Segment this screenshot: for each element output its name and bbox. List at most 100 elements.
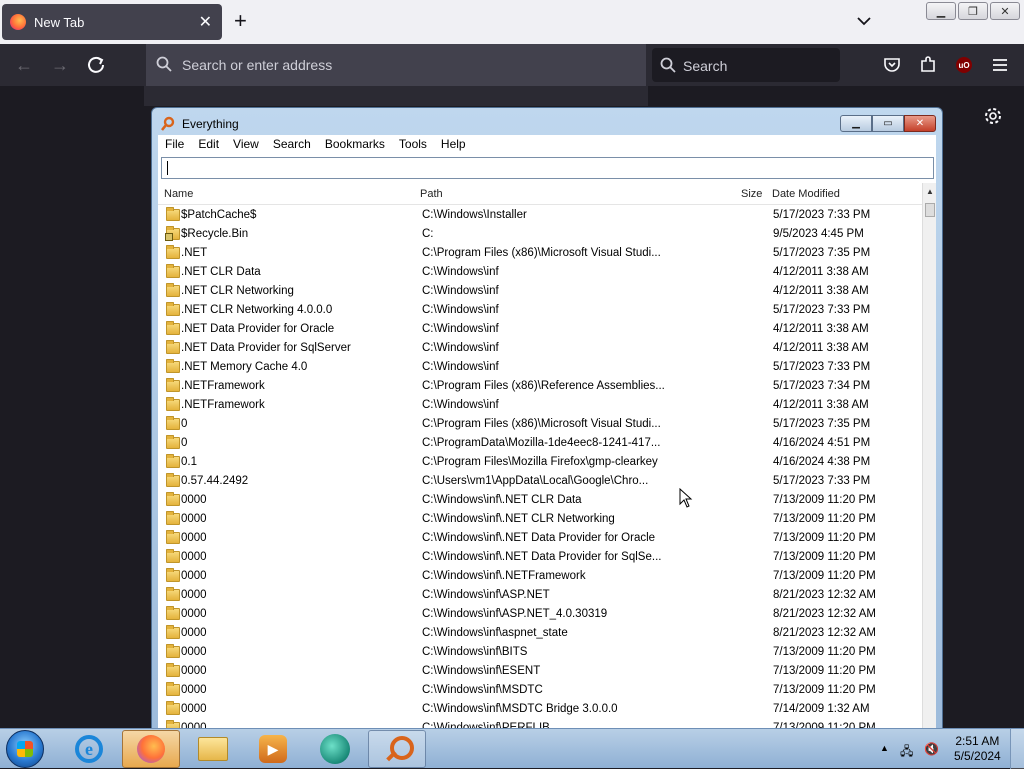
new-tab-plus-icon[interactable]: +	[234, 10, 247, 32]
firefox-taskbar-button[interactable]	[122, 730, 180, 768]
table-row[interactable]: 0 C:\Program Files (x86)\Microsoft Visual…	[158, 415, 922, 434]
date-modified: 9/5/2023 4:45 PM	[773, 228, 864, 240]
table-row[interactable]: 0.1 C:\Program Files\Mozilla Firefox\gmp-…	[158, 453, 922, 472]
clock[interactable]: 2:51 AM 5/5/2024	[954, 734, 1001, 764]
folder-icon	[166, 530, 180, 544]
table-row[interactable]: 0 C:\ProgramData\Mozilla-1de4eec8-1241-41…	[158, 434, 922, 453]
table-row[interactable]: 0000 C:\Windows\inf\.NET Data Provider fo…	[158, 548, 922, 567]
internet-explorer-taskbar-button[interactable]: e	[60, 730, 118, 768]
close-button[interactable]: ✕	[904, 115, 936, 132]
minimize-button[interactable]: ▁	[840, 115, 872, 132]
restore-button[interactable]: ❐	[958, 2, 988, 20]
table-row[interactable]: 0000 C:\Windows\inf\.NET Data Provider fo…	[158, 529, 922, 548]
table-row[interactable]: 0000 C:\Windows\inf\ESENT 7/13/2009 11:20 …	[158, 662, 922, 681]
table-row[interactable]: 0000 C:\Windows\inf\ASP.NET_4.0.30319 8/21…	[158, 605, 922, 624]
table-row[interactable]: .NET CLR Networking 4.0.0.0 C:\Windows\in…	[158, 301, 922, 320]
date-modified: 4/16/2024 4:51 PM	[773, 437, 871, 449]
file-name: 0000	[181, 589, 207, 601]
table-row[interactable]: 0000 C:\Windows\inf\.NET CLR Data 7/13/200…	[158, 491, 922, 510]
column-header: Name Path Size Date Modified	[158, 183, 922, 205]
menu-search[interactable]: Search	[266, 135, 318, 155]
everything-client-area: File Edit View Search Bookmarks Tools Help Nam…	[158, 135, 936, 731]
scrollbar-thumb[interactable]	[925, 203, 935, 217]
volume-muted-icon[interactable]: 🔇	[924, 742, 940, 756]
table-row[interactable]: .NETFramework C:\Program Files (x86)\Refe…	[158, 377, 922, 396]
menu-view[interactable]: View	[226, 135, 266, 155]
table-row[interactable]: .NET Data Provider for Oracle C:\Windows\…	[158, 320, 922, 339]
date-modified: 5/17/2023 7:34 PM	[773, 380, 871, 392]
folder-icon	[166, 245, 180, 259]
gear-icon[interactable]	[983, 106, 1003, 126]
address-bar[interactable]: Search or enter address	[146, 44, 646, 86]
table-row[interactable]: 0000 C:\Windows\inf\MSDTC Bridge 3.0.0.0 7…	[158, 700, 922, 719]
window-titlebar[interactable]: Everything	[160, 114, 239, 134]
list-all-tabs-chevron-icon[interactable]	[856, 13, 872, 29]
everything-magnifier-icon	[382, 734, 414, 764]
table-row[interactable]: .NET Memory Cache 4.0 C:\Windows\inf 5/17/…	[158, 358, 922, 377]
date-modified: 5/17/2023 7:33 PM	[773, 209, 871, 221]
pocket-icon[interactable]	[882, 55, 902, 75]
menu-bar: File Edit View Search Bookmarks Tools Help	[158, 135, 936, 155]
folder-icon	[166, 340, 180, 354]
close-button[interactable]: ✕	[990, 2, 1020, 20]
date-modified: 7/13/2009 11:20 PM	[773, 646, 876, 658]
table-row[interactable]: .NET Data Provider for SqlServer C:\Windo…	[158, 339, 922, 358]
folder-icon	[166, 264, 180, 278]
show-desktop-button[interactable]	[1010, 729, 1024, 769]
table-row[interactable]: .NET C:\Program Files (x86)\Microsoft Vis…	[158, 244, 922, 263]
media-player-icon: ▶	[259, 735, 287, 763]
show-hidden-icons-arrow-icon[interactable]: ▲	[880, 743, 889, 753]
menu-file[interactable]: File	[158, 135, 191, 155]
chat-app-taskbar-button[interactable]	[306, 730, 364, 768]
table-row[interactable]: 0000 C:\Windows\inf\MSDTC 7/13/2009 11:20 …	[158, 681, 922, 700]
vertical-scrollbar[interactable]: ▲	[922, 183, 936, 731]
mouse-cursor-icon	[679, 488, 693, 508]
menu-tools[interactable]: Tools	[392, 135, 434, 155]
back-arrow-icon[interactable]: ←	[14, 55, 34, 75]
table-row[interactable]: .NET CLR Data C:\Windows\inf 4/12/2011 3:3…	[158, 263, 922, 282]
maximize-button[interactable]: ▭	[872, 115, 904, 132]
column-header-date-modified[interactable]: Date Modified	[772, 188, 840, 200]
network-icon[interactable]: 🖧	[900, 742, 916, 758]
table-row[interactable]: 0000 C:\Windows\inf\.NET CLR Networking 7/…	[158, 510, 922, 529]
table-row[interactable]: $Recycle.Bin C: 9/5/2023 4:45 PM	[158, 225, 922, 244]
file-name: .NETFramework	[181, 399, 265, 411]
everything-taskbar-button[interactable]	[368, 730, 426, 768]
forward-arrow-icon[interactable]: →	[50, 55, 70, 75]
file-name: 0.1	[181, 456, 197, 468]
extensions-puzzle-icon[interactable]	[918, 55, 938, 75]
media-player-taskbar-button[interactable]: ▶	[244, 730, 302, 768]
column-header-path[interactable]: Path	[420, 188, 443, 200]
scroll-up-arrow-icon[interactable]: ▲	[926, 187, 934, 196]
file-path: C:\Windows\inf\.NET CLR Networking	[422, 513, 615, 525]
table-row[interactable]: 0.57.44.2492 C:\Users\vm1\AppData\Local\G…	[158, 472, 922, 491]
search-box[interactable]: Search	[652, 48, 840, 82]
reload-icon[interactable]	[86, 55, 106, 75]
system-tray: ▲ 🖧 🔇 2:51 AM 5/5/2024	[854, 729, 1024, 769]
date-modified: 5/17/2023 7:35 PM	[773, 418, 871, 430]
column-header-name[interactable]: Name	[164, 188, 193, 200]
table-row[interactable]: 0000 C:\Windows\inf\ASP.NET 8/21/2023 12:3…	[158, 586, 922, 605]
folder-icon	[166, 435, 180, 449]
table-row[interactable]: 0000 C:\Windows\inf\aspnet_state 8/21/2023…	[158, 624, 922, 643]
taskbar: e ▶ ▲ 🖧 🔇 2:51 AM 5/5/2024	[0, 728, 1024, 769]
explorer-taskbar-button[interactable]	[184, 730, 242, 768]
start-button[interactable]	[6, 730, 44, 768]
menu-bookmarks[interactable]: Bookmarks	[318, 135, 392, 155]
tab-new-tab[interactable]: New Tab ✕	[2, 4, 222, 40]
file-path: C:\Windows\inf\.NET Data Provider for Or…	[422, 532, 656, 544]
minimize-button[interactable]: ▁	[926, 2, 956, 20]
table-row[interactable]: .NETFramework C:\Windows\inf 4/12/2011 3:3…	[158, 396, 922, 415]
menu-help[interactable]: Help	[434, 135, 473, 155]
search-input[interactable]	[161, 157, 934, 179]
hamburger-menu-icon[interactable]	[990, 55, 1010, 75]
table-row[interactable]: .NET CLR Networking C:\Windows\inf 4/12/20…	[158, 282, 922, 301]
table-row[interactable]: 0000 C:\Windows\inf\.NETFramework 7/13/200…	[158, 567, 922, 586]
ublock-origin-icon[interactable]: uO	[954, 55, 974, 75]
table-row[interactable]: 0000 C:\Windows\inf\BITS 7/13/2009 11:20 P…	[158, 643, 922, 662]
table-row[interactable]: $PatchCache$ C:\Windows\Installer 5/17/202…	[158, 206, 922, 225]
tab-close-icon[interactable]: ✕	[199, 12, 212, 32]
menu-edit[interactable]: Edit	[191, 135, 226, 155]
file-name: .NET Data Provider for Oracle	[181, 323, 335, 335]
column-header-size[interactable]: Size	[741, 188, 762, 200]
